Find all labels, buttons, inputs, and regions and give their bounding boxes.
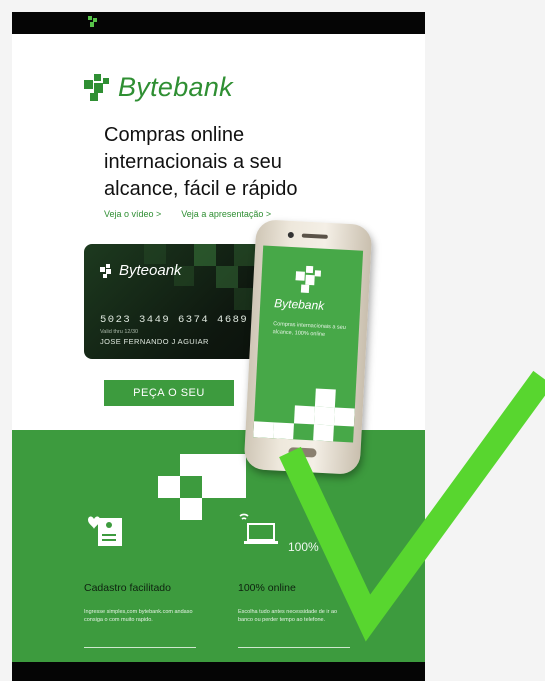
- feature-description: Escolha tudo antes necessidade de ir ao …: [238, 609, 338, 623]
- card-logo-icon: [100, 263, 111, 278]
- landing-page-mockup: Bytebank Compras online internacionais a…: [12, 12, 425, 681]
- smartphone-image: Bytebank Compras internacionais a seu al…: [243, 219, 373, 475]
- card-valid-thru: Valid thru 12/30: [100, 329, 139, 335]
- feature-100-online: 100% 100% online Escolha tudo antes nece…: [238, 510, 353, 648]
- card-holder-name: JOSE FERNANDO J AGUIAR: [100, 337, 209, 346]
- headline-line-2: internacionais a seu: [104, 151, 282, 173]
- order-card-button[interactable]: PEÇA O SEU: [104, 380, 234, 406]
- watch-video-link[interactable]: Veja o vídeo >: [104, 209, 161, 219]
- bottom-bar: [12, 662, 425, 681]
- feature-title: 100% online: [238, 582, 296, 594]
- phone-camera: [287, 231, 294, 239]
- feature-easy-signup: Cadastro facilitado Ingresse simples,com…: [84, 510, 199, 648]
- brand-logo[interactable]: Bytebank: [84, 72, 233, 103]
- mini-logo-icon: [88, 16, 97, 27]
- hero-links: Veja o vídeo > Veja a apresentação >: [104, 209, 271, 219]
- document-person-icon: [88, 516, 122, 546]
- card-brand-name: Byteoank: [119, 262, 182, 279]
- online-percent-label: 100%: [288, 540, 319, 554]
- phone-logo-icon: [295, 265, 322, 293]
- feature-description: Ingresse simples,com bytebank.com andaso…: [84, 609, 193, 623]
- phone-home-button: [288, 447, 317, 458]
- phone-speaker: [301, 233, 328, 239]
- feature-divider: [84, 647, 196, 648]
- brand-name: Bytebank: [118, 72, 233, 102]
- phone-brand-name: Bytebank: [273, 296, 325, 313]
- headline-line-1: Compras online: [104, 124, 245, 146]
- top-bar: [12, 12, 425, 34]
- feature-title: Cadastro facilitado: [84, 582, 171, 594]
- feature-divider: [238, 647, 350, 648]
- phone-screen-text: Compras internacionais a seu alcance, 10…: [272, 321, 346, 338]
- phone-screen: Bytebank Compras internacionais a seu al…: [253, 245, 364, 443]
- hero-headline: Compras online internacionais a seu alca…: [104, 122, 364, 203]
- card-number: 5023 3449 6374 4689: [100, 314, 249, 326]
- card-brand: Byteoank: [100, 262, 182, 279]
- laptop-wifi-icon: [239, 513, 278, 544]
- view-presentation-link[interactable]: Veja a apresentação >: [181, 209, 271, 219]
- bytebank-pixel-logo-icon: [84, 73, 109, 101]
- headline-line-3: alcance, fácil e rápido: [104, 178, 298, 200]
